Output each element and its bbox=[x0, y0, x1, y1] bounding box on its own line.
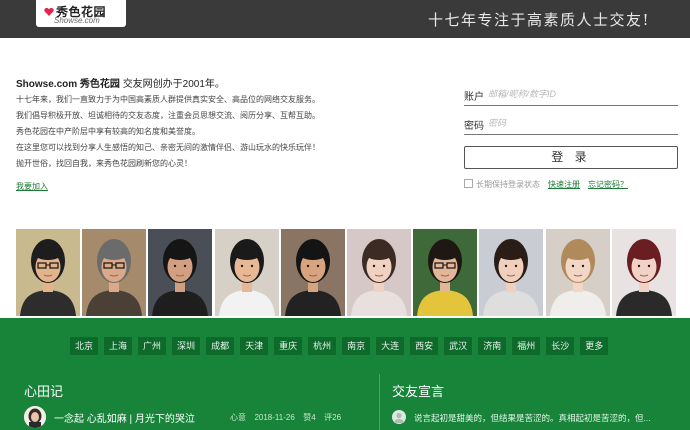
city-link[interactable]: 天津 bbox=[240, 337, 269, 355]
city-link[interactable]: 上海 bbox=[104, 337, 133, 355]
city-link[interactable]: 福州 bbox=[512, 337, 541, 355]
member-photo[interactable] bbox=[82, 229, 146, 316]
member-portrait-icon bbox=[82, 229, 146, 316]
member-portrait-icon bbox=[347, 229, 411, 316]
logo-domain: Showse.com bbox=[54, 16, 100, 25]
city-link[interactable]: 西安 bbox=[410, 337, 439, 355]
diary-post-title[interactable]: 一念起 心乱如麻 | 月光下的哭泣 bbox=[54, 410, 195, 425]
remember-checkbox[interactable] bbox=[464, 179, 473, 188]
member-photo[interactable] bbox=[281, 229, 345, 316]
avatar[interactable] bbox=[24, 406, 46, 428]
avatar bbox=[392, 410, 406, 424]
login-button[interactable]: 登 录 bbox=[464, 146, 678, 169]
city-link[interactable]: 广州 bbox=[138, 337, 167, 355]
city-more-link[interactable]: 更多 bbox=[580, 337, 609, 355]
city-link[interactable]: 长沙 bbox=[546, 337, 575, 355]
city-link[interactable]: 深圳 bbox=[172, 337, 201, 355]
city-link[interactable]: 武汉 bbox=[444, 337, 473, 355]
member-photo-strip bbox=[16, 229, 677, 316]
member-photo[interactable] bbox=[413, 229, 477, 316]
member-portrait-icon bbox=[215, 229, 279, 316]
post-comments: 评26 bbox=[324, 413, 342, 422]
top-header: 秀色花园 Showse.com 十七年专注于高素质人士交友! bbox=[0, 0, 690, 38]
member-photo[interactable] bbox=[546, 229, 610, 316]
author-avatar-icon bbox=[24, 406, 46, 428]
member-photo[interactable] bbox=[148, 229, 212, 316]
intro-line: 秀色花园在中产阶层中享有较高的知名度和美誉度。 bbox=[16, 127, 200, 136]
intro-founded: 交友网创办于2001年。 bbox=[122, 79, 225, 90]
city-nav: 北京 上海 广州 深圳 成都 天津 重庆 杭州 南京 大连 西安 武汉 济南 福州 长沙 更多 bbox=[70, 337, 614, 355]
member-portrait-icon bbox=[612, 229, 676, 316]
password-field: 密码 bbox=[464, 111, 678, 135]
declaration-section-title: 交友宣言 bbox=[392, 384, 445, 399]
city-link[interactable]: 成都 bbox=[206, 337, 235, 355]
intro-line: 抛开世俗，找回自我，来秀色花园刷新您的心灵！ bbox=[16, 159, 192, 168]
member-portrait-icon bbox=[16, 229, 80, 316]
site-introduction: Showse.com 秀色花园 交友网创办于2001年。 十七年来，我们一直致力… bbox=[16, 78, 416, 172]
intro-line: 十七年来，我们一直致力于为中国高素质人群提供真实安全、高品位的网络交友服务。 bbox=[16, 95, 320, 104]
login-options: 长期保持登录状态 快速注册 忘记密码？ bbox=[464, 179, 678, 193]
post-author[interactable]: 心意 bbox=[230, 413, 246, 422]
forgot-password-link[interactable]: 忘记密码？ bbox=[588, 180, 628, 189]
city-link[interactable]: 大连 bbox=[376, 337, 405, 355]
diary-section-title: 心田记 bbox=[24, 384, 64, 399]
intro-line: 在这里您可以找到分享人生感悟的知己、亲密无间的激情伴侣、游山玩水的快乐玩伴！ bbox=[16, 143, 320, 152]
join-link[interactable]: 我要加入 bbox=[16, 181, 48, 192]
member-photo[interactable] bbox=[612, 229, 676, 316]
section-divider bbox=[379, 374, 380, 430]
site-logo[interactable]: 秀色花园 Showse.com bbox=[36, 0, 126, 27]
header-slogan: 十七年专注于高素质人士交友! bbox=[427, 11, 650, 29]
account-input[interactable] bbox=[488, 86, 676, 102]
member-photo[interactable] bbox=[347, 229, 411, 316]
city-link[interactable]: 南京 bbox=[342, 337, 371, 355]
account-label: 账户 bbox=[464, 92, 484, 103]
heart-logo-icon bbox=[44, 8, 54, 16]
password-label: 密码 bbox=[464, 121, 484, 132]
intro-brand: Showse.com 秀色花园 bbox=[16, 79, 120, 90]
member-portrait-icon bbox=[281, 229, 345, 316]
register-link[interactable]: 快速注册 bbox=[548, 180, 580, 189]
intro-line: 我们倡导积极开放、坦诚相待的交友态度，注重会员思想交流、阅历分享、互帮互助。 bbox=[16, 111, 320, 120]
member-portrait-icon bbox=[479, 229, 543, 316]
password-input[interactable] bbox=[488, 115, 676, 131]
member-photo[interactable] bbox=[479, 229, 543, 316]
login-form: 账户 密码 登 录 长期保持登录状态快速注册忘记密码？ bbox=[464, 82, 678, 189]
member-portrait-icon bbox=[148, 229, 212, 316]
account-field: 账户 bbox=[464, 82, 678, 106]
member-photo[interactable] bbox=[16, 229, 80, 316]
diary-post-meta: 心意 2018-11-26 赞4 评26 bbox=[230, 412, 341, 423]
city-link[interactable]: 北京 bbox=[70, 337, 99, 355]
post-likes: 赞4 bbox=[303, 413, 316, 422]
declaration-text: 说言起初是甜美的，但结果是苦涩的。真相起初是苦涩的，但... bbox=[414, 413, 651, 423]
member-portrait-icon bbox=[546, 229, 610, 316]
member-photo[interactable] bbox=[215, 229, 279, 316]
city-link[interactable]: 杭州 bbox=[308, 337, 337, 355]
remember-label: 长期保持登录状态 bbox=[476, 180, 540, 189]
post-date: 2018-11-26 bbox=[254, 413, 295, 422]
city-link[interactable]: 济南 bbox=[478, 337, 507, 355]
member-portrait-icon bbox=[413, 229, 477, 316]
city-link[interactable]: 重庆 bbox=[274, 337, 303, 355]
user-placeholder-icon bbox=[394, 412, 404, 423]
